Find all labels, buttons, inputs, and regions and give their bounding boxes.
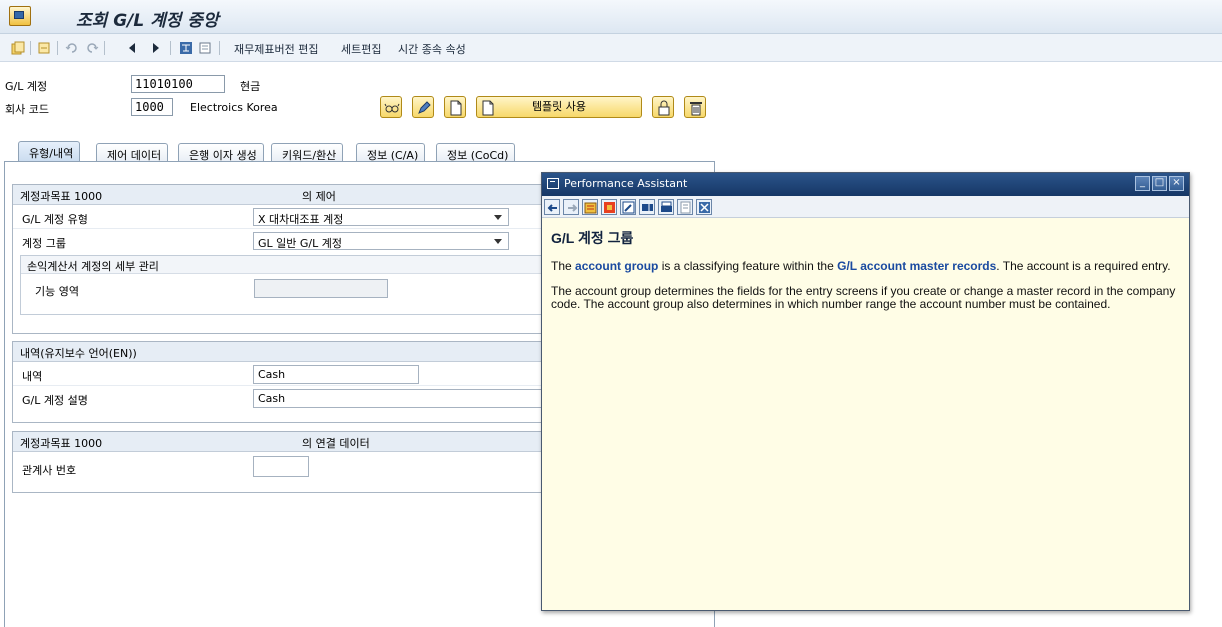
next-icon[interactable] bbox=[149, 41, 163, 55]
copy-icon[interactable] bbox=[11, 41, 25, 55]
title-bar: 조회 G/L 계정 중앙 bbox=[0, 0, 1222, 34]
assistant-content: G/L 계정 그룹 The account group is a classif… bbox=[551, 228, 1181, 323]
assistant-title: Performance Assistant bbox=[564, 177, 688, 190]
long-text-label: G/L 계정 설명 bbox=[22, 394, 88, 407]
gl-account-label: G/L 계정 bbox=[5, 80, 48, 93]
gl-account-text: 현금 bbox=[240, 80, 261, 93]
display-icon[interactable] bbox=[198, 41, 212, 55]
glasses-button[interactable] bbox=[380, 96, 402, 118]
lock-icon bbox=[658, 100, 670, 116]
gl-master-records-link[interactable]: G/L account master records bbox=[837, 259, 996, 273]
bookmark-icon[interactable] bbox=[639, 199, 655, 215]
undo-icon[interactable] bbox=[65, 41, 79, 55]
document-icon bbox=[482, 100, 494, 116]
trading-partner-field[interactable] bbox=[253, 456, 309, 477]
technical-info-icon[interactable] bbox=[582, 199, 598, 215]
tab-type-description[interactable]: 유형/내역 bbox=[18, 141, 81, 162]
application-toolbar: 재무제표버전 편집 세트편집 시간 종속 속성 bbox=[0, 34, 1222, 62]
tab-info-cocd[interactable]: 정보 (CoCd) bbox=[436, 143, 516, 162]
company-code-label: 회사 코드 bbox=[5, 103, 49, 116]
back-icon[interactable] bbox=[544, 199, 560, 215]
glasses-icon bbox=[384, 103, 400, 113]
company-code-field[interactable]: 1000 bbox=[131, 98, 173, 116]
page-title: 조회 G/L 계정 중앙 bbox=[76, 11, 219, 31]
help-heading: G/L 계정 그룹 bbox=[551, 230, 634, 246]
group-title: 계정과목표 1000 bbox=[20, 437, 103, 450]
document-view-icon[interactable] bbox=[677, 199, 693, 215]
help-paragraph-2: The account group determines the fields … bbox=[551, 284, 1176, 311]
help-paragraph-1: The account group is a classifying featu… bbox=[551, 259, 1171, 273]
group-title-suffix: 의 제어 bbox=[302, 190, 336, 203]
account-type-value: X 대차대조표 계정 bbox=[258, 213, 344, 226]
use-template-label: 템플릿 사용 bbox=[531, 100, 587, 113]
account-group-link[interactable]: account group bbox=[575, 259, 658, 273]
company-code-text: Electroics Korea bbox=[190, 101, 278, 114]
delete-button[interactable] bbox=[684, 96, 706, 118]
performance-assistant-window: Performance Assistant _ □ × G/L 계정 그룹 Th… bbox=[541, 172, 1190, 611]
account-group-dropdown[interactable]: GL 일반 G/L 계정 bbox=[253, 232, 509, 250]
long-text-field[interactable]: Cash bbox=[253, 389, 543, 408]
edit-button[interactable] bbox=[412, 96, 434, 118]
dropdown-arrow-icon[interactable] bbox=[494, 239, 502, 244]
account-group-label: 계정 그룹 bbox=[22, 237, 66, 250]
previous-icon[interactable] bbox=[125, 41, 139, 55]
document-icon bbox=[450, 100, 462, 116]
functional-area-field[interactable] bbox=[254, 279, 388, 298]
application-help-icon[interactable] bbox=[601, 199, 617, 215]
tab-control-data[interactable]: 제어 데이터 bbox=[96, 143, 169, 162]
trash-icon bbox=[690, 102, 702, 116]
edit-notes-icon[interactable] bbox=[620, 199, 636, 215]
tab-bank-interest[interactable]: 은행 이자 생성 bbox=[178, 143, 264, 162]
trading-partner-label: 관계사 번호 bbox=[22, 464, 77, 477]
group-title-suffix: 의 연결 데이터 bbox=[302, 437, 370, 450]
edit-fs-version-button[interactable]: 재무제표버전 편집 bbox=[234, 41, 318, 57]
maximize-button[interactable]: □ bbox=[1152, 176, 1167, 191]
lock-button[interactable] bbox=[652, 96, 674, 118]
assistant-title-bar[interactable]: Performance Assistant _ □ × bbox=[542, 173, 1189, 196]
assistant-toolbar bbox=[542, 196, 1189, 218]
window-icon bbox=[547, 178, 559, 189]
minimize-button[interactable]: _ bbox=[1135, 176, 1150, 191]
gl-account-field[interactable]: 11010100 bbox=[131, 75, 225, 93]
print-icon[interactable] bbox=[658, 199, 674, 215]
switch-icon[interactable] bbox=[37, 41, 51, 55]
pencil-icon bbox=[418, 101, 431, 114]
forward-icon[interactable] bbox=[563, 199, 579, 215]
tab-info-ca[interactable]: 정보 (C/A) bbox=[356, 143, 426, 162]
group-title: 내역(유지보수 언어(EN)) bbox=[20, 347, 137, 360]
use-template-button[interactable]: 템플릿 사용 bbox=[476, 96, 642, 118]
account-group-value: GL 일반 G/L 계정 bbox=[258, 237, 342, 250]
group-title: 계정과목표 1000 bbox=[20, 190, 103, 203]
create-button[interactable] bbox=[444, 96, 466, 118]
dropdown-arrow-icon[interactable] bbox=[494, 215, 502, 220]
short-text-label: 내역 bbox=[22, 370, 43, 383]
hierarchy-icon[interactable] bbox=[179, 41, 193, 55]
account-type-dropdown[interactable]: X 대차대조표 계정 bbox=[253, 208, 509, 226]
short-text-field[interactable]: Cash bbox=[253, 365, 419, 384]
close-help-icon[interactable] bbox=[696, 199, 712, 215]
sap-menu-icon[interactable] bbox=[9, 6, 31, 26]
redo-icon[interactable] bbox=[85, 41, 99, 55]
functional-area-label: 기능 영역 bbox=[35, 285, 79, 298]
close-button[interactable]: × bbox=[1169, 176, 1184, 191]
time-dependent-attributes-button[interactable]: 시간 종속 속성 bbox=[398, 41, 466, 57]
edit-set-button[interactable]: 세트편집 bbox=[341, 41, 381, 57]
account-type-label: G/L 계정 유형 bbox=[22, 213, 88, 226]
tab-keyword-translation[interactable]: 키워드/환산 bbox=[271, 143, 344, 162]
